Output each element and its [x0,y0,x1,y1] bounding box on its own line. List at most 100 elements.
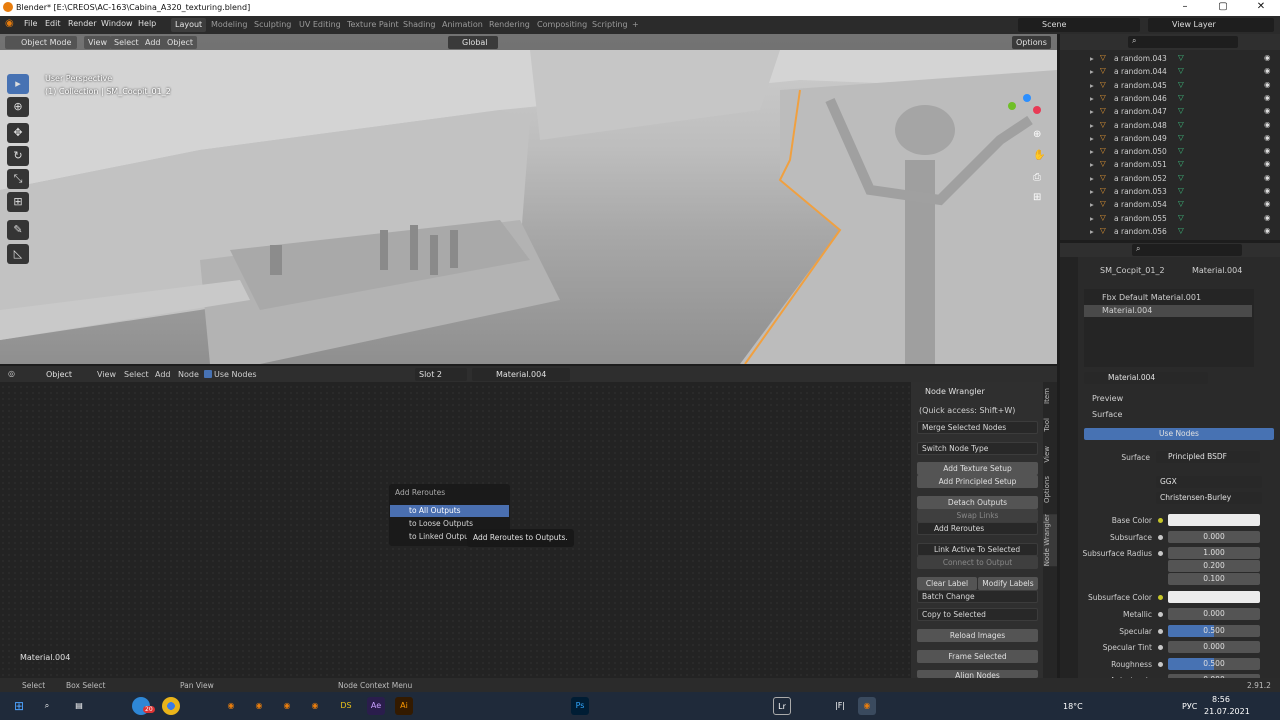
clock-time[interactable]: 8:56 [1212,695,1230,704]
menu-window[interactable]: Window [101,19,133,28]
use-nodes-checkbox[interactable] [204,370,212,378]
surface-section[interactable]: Surface [1092,410,1122,419]
visibility-eye-icon[interactable]: ◉ [1264,93,1271,102]
clock-date[interactable]: 21.07.2021 [1204,707,1250,716]
axis-gizmo-icon[interactable] [1003,86,1051,134]
expand-arrow-icon[interactable]: ▸ [1090,107,1094,116]
outliner-row[interactable]: ▸ ▽ a random.056 ▽ ◉ [1060,225,1280,238]
visibility-eye-icon[interactable]: ◉ [1264,120,1271,129]
tab-compositing[interactable]: Compositing [533,18,591,32]
camera-view-icon[interactable]: ⎙ [1033,172,1041,183]
prop-value-field[interactable]: 1.000 [1168,547,1260,559]
expand-arrow-icon[interactable]: ▸ [1090,200,1094,209]
menu-item-all-outputs[interactable]: to All Outputs [390,505,509,517]
photoshop-icon[interactable]: Ps [571,697,589,715]
reload-images-button[interactable]: Reload Images [917,629,1038,642]
tab-tool[interactable]: Tool [1043,418,1057,432]
menu-help[interactable]: Help [138,19,156,28]
tab-texture-paint[interactable]: Texture Paint [343,18,403,32]
blender-app-icon[interactable]: ◉ [222,697,240,715]
copy-to-selected-dropdown[interactable]: Copy to Selected [917,608,1038,621]
visibility-eye-icon[interactable]: ◉ [1264,226,1271,235]
expand-arrow-icon[interactable]: ▸ [1090,214,1094,223]
shader-type-dropdown[interactable]: Object [32,368,89,381]
expand-arrow-icon[interactable]: ▸ [1090,121,1094,130]
socket-dot-icon[interactable] [1158,551,1163,556]
prop-value-field[interactable]: 0.500 [1168,658,1260,670]
annotate-tool-icon[interactable]: ✎ [7,220,29,240]
expand-arrow-icon[interactable]: ▸ [1090,81,1094,90]
material-slot-1[interactable]: Material.004 [1084,305,1252,317]
distribution-dropdown[interactable]: GGX [1156,476,1262,488]
visibility-eye-icon[interactable]: ◉ [1264,159,1271,168]
close-icon[interactable]: ✕ [1242,0,1280,16]
connect-to-output-button[interactable]: Connect to Output [917,556,1038,569]
socket-dot-icon[interactable] [1158,629,1163,634]
active-blender-icon[interactable]: ◉ [858,697,876,715]
after-effects-icon[interactable]: Ae [367,697,385,715]
editor-type-icon[interactable]: ◎ [8,369,15,378]
object-mode-dropdown[interactable]: Object Mode [5,36,77,49]
maximize-icon[interactable]: ▢ [1204,0,1242,16]
visibility-eye-icon[interactable]: ◉ [1264,66,1271,75]
expand-arrow-icon[interactable]: ▸ [1090,160,1094,169]
slot-dropdown[interactable]: Slot 2 [415,368,467,381]
prop-value-field[interactable]: 0.500 [1168,625,1260,637]
menu-file[interactable]: File [24,19,37,28]
socket-dot-icon[interactable] [1158,595,1163,600]
surface-shader-field[interactable]: Principled BSDF [1156,451,1260,463]
minimize-icon[interactable]: – [1166,0,1204,16]
use-nodes-button[interactable]: Use Nodes [1084,428,1274,440]
node-menu-add[interactable]: Add [155,370,171,379]
3d-viewport[interactable]: Object Mode View Select Add Object Globa… [0,34,1057,364]
visibility-eye-icon[interactable]: ◉ [1264,213,1271,222]
move-tool-icon[interactable]: ✥ [7,123,29,143]
socket-dot-icon[interactable] [1158,612,1163,617]
expand-arrow-icon[interactable]: ▸ [1090,147,1094,156]
transform-orientation-dropdown[interactable]: Global [448,36,498,49]
blender-app-icon-4[interactable]: ◉ [306,697,324,715]
illustrator-icon[interactable]: Ai [395,697,413,715]
prop-value-field[interactable] [1168,514,1260,526]
visibility-eye-icon[interactable]: ◉ [1264,53,1271,62]
align-nodes-button[interactable]: Align Nodes [917,670,1038,678]
tab-view[interactable]: View [1043,446,1057,463]
prop-value-field[interactable] [1168,591,1260,603]
tab-node-wrangler[interactable]: Node Wrangler [1043,514,1057,567]
daz-app-icon[interactable]: DS [337,697,355,715]
visibility-eye-icon[interactable]: ◉ [1264,199,1271,208]
tab-uv-editing[interactable]: UV Editing [295,18,345,32]
blender-menu-icon[interactable]: ◉ [5,18,14,29]
expand-arrow-icon[interactable]: ▸ [1090,187,1094,196]
add-workspace-icon[interactable]: + [628,18,643,32]
transform-tool-icon[interactable]: ⊞ [7,192,29,212]
tab-sculpting[interactable]: Sculpting [250,18,295,32]
outliner-search-icon[interactable]: ⌕ [1128,36,1238,48]
options-dropdown[interactable]: Options [1012,36,1051,49]
outliner-row[interactable]: ▸ ▽ a random.044 ▽ ◉ [1060,65,1280,78]
outliner-row[interactable]: ▸ ▽ a random.053 ▽ ◉ [1060,185,1280,198]
lightroom-icon[interactable]: Lr [773,697,791,715]
tab-scripting[interactable]: Scripting [588,18,632,32]
tab-layout[interactable]: Layout [171,18,207,32]
socket-dot-icon[interactable] [1158,535,1163,540]
add-texture-setup-button[interactable]: Add Texture Setup [917,462,1038,475]
socket-dot-icon[interactable] [1158,645,1163,650]
link-active-dropdown[interactable]: Link Active To Selected [917,543,1038,556]
chrome-icon[interactable] [162,697,180,715]
prop-value-field[interactable]: 0.000 [1168,641,1260,653]
zoom-icon[interactable]: ⊕ [1033,129,1041,140]
socket-dot-icon[interactable] [1158,518,1163,523]
cursor-tool-icon[interactable]: ⊕ [7,97,29,117]
socket-dot-icon[interactable] [1158,662,1163,667]
properties-search-icon[interactable]: ⌕ [1132,244,1242,256]
expand-arrow-icon[interactable]: ▸ [1090,94,1094,103]
scale-tool-icon[interactable]: ⤡ [7,169,29,189]
view-layer-selector[interactable]: View Layer [1148,18,1274,32]
outliner-row[interactable]: ▸ ▽ a random.054 ▽ ◉ [1060,198,1280,211]
visibility-eye-icon[interactable]: ◉ [1264,133,1271,142]
weather-temperature[interactable]: 18°C [1063,702,1083,711]
viewport-menu-object[interactable]: Object [163,36,198,49]
subsurface-method-dropdown[interactable]: Christensen-Burley [1156,492,1262,504]
menu-render[interactable]: Render [68,19,96,28]
